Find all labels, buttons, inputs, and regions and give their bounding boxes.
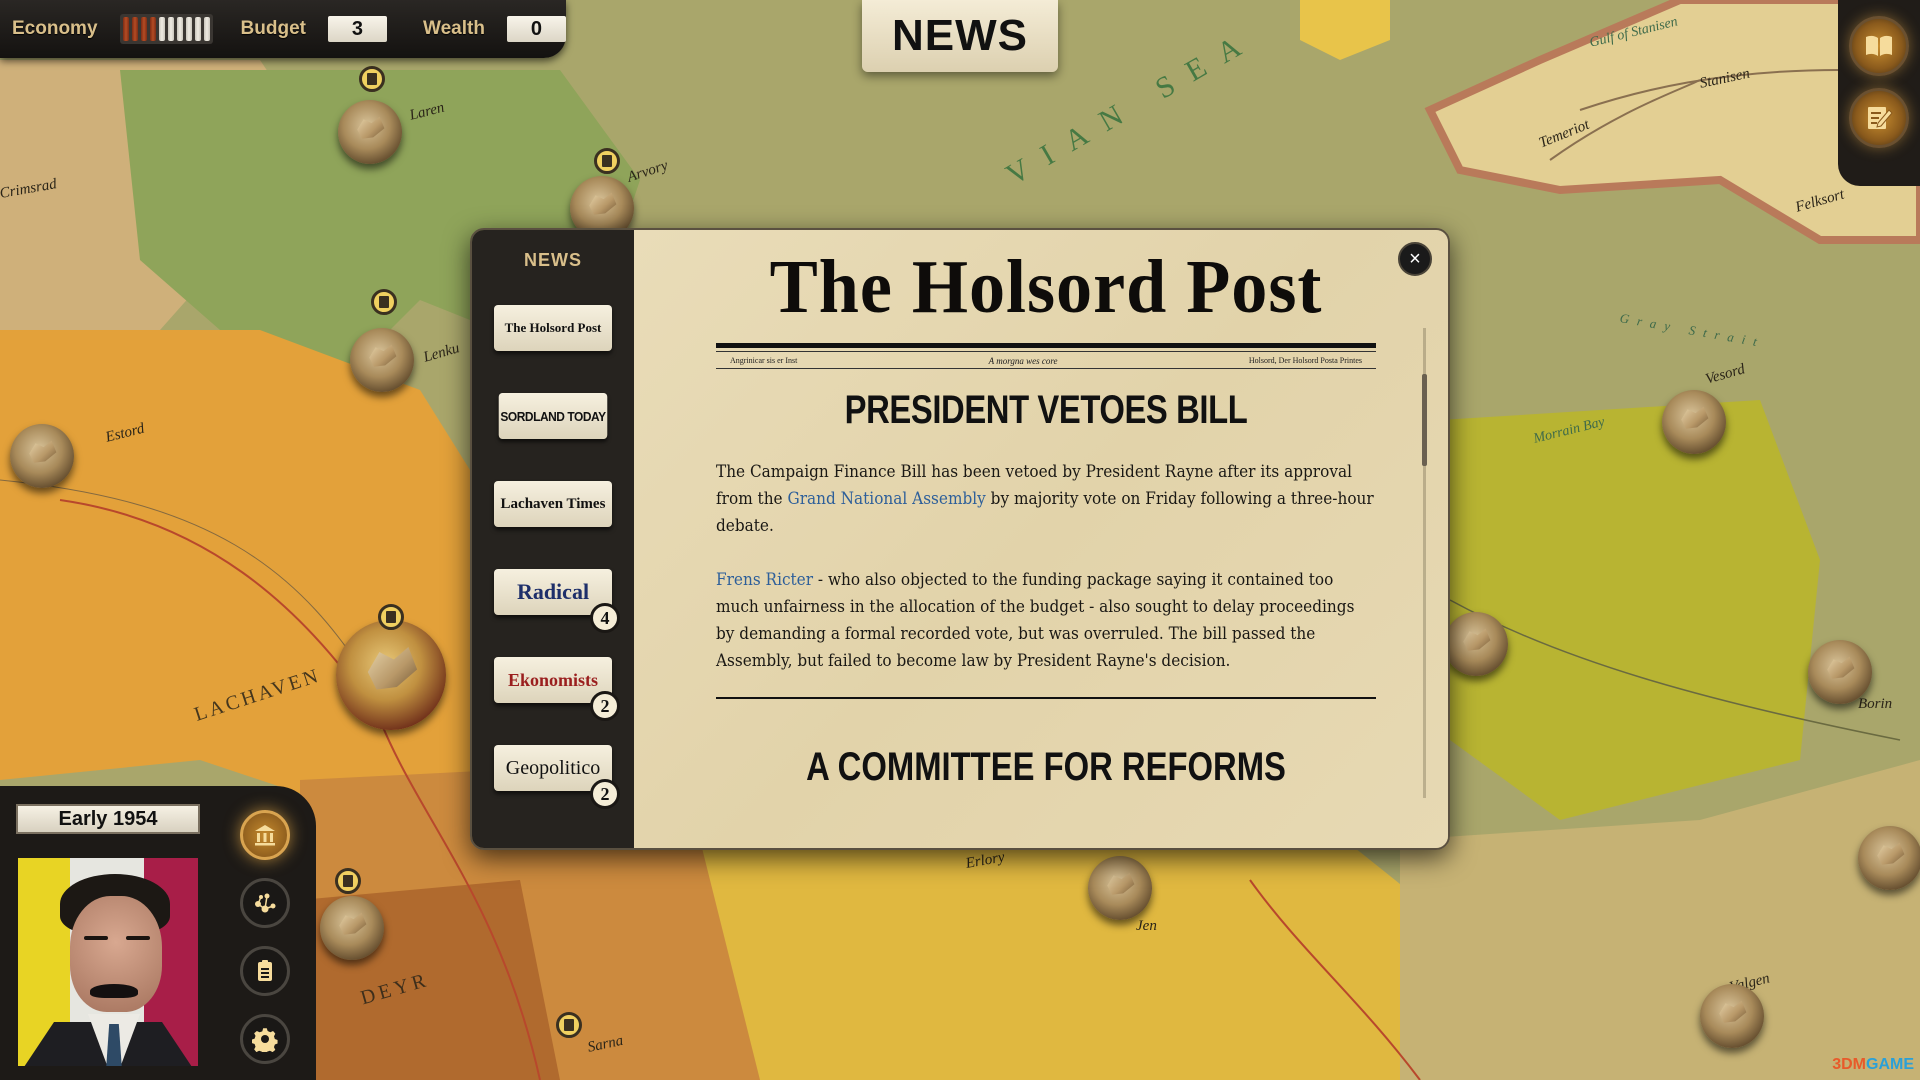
link-grand-national-assembly[interactable]: Grand National Assembly	[787, 489, 985, 509]
article-headline: A COMMITTEE FOR REFORMS	[806, 745, 1286, 789]
city-token-estord[interactable]	[10, 424, 74, 488]
clipboard-icon	[602, 155, 612, 167]
paper-button-holsord-post[interactable]: The Holsord Post	[494, 305, 612, 351]
economy-segment	[158, 17, 165, 41]
close-icon: ×	[1409, 247, 1421, 270]
settings-button[interactable]	[240, 1014, 290, 1064]
government-building-icon	[255, 825, 275, 846]
article-headline: PRESIDENT VETOES BILL	[844, 388, 1248, 432]
economy-segment	[203, 17, 210, 41]
game-date: Early 1954	[16, 804, 200, 834]
unread-count-badge: 2	[590, 779, 620, 809]
map-label-jen: Jen	[1136, 918, 1157, 934]
economy-segment	[194, 17, 201, 41]
map-label-borin: Borin	[1858, 696, 1893, 712]
economy-meter[interactable]	[119, 14, 213, 44]
city-token-deyr[interactable]	[320, 896, 384, 960]
city-token-laren[interactable]	[338, 100, 402, 164]
book-button[interactable]	[1849, 16, 1909, 76]
wealth-label: Wealth	[423, 18, 485, 39]
city-token-vesord[interactable]	[1662, 390, 1726, 454]
masthead-motto: A morgna wes core	[988, 355, 1058, 366]
newspaper-list: NEWS The Holsord Post SORDLAND TODAY Lac…	[472, 230, 634, 848]
tasks-button[interactable]	[240, 946, 290, 996]
article-paragraph: Frens Ricter - who also objected to the …	[716, 570, 1355, 671]
newspaper-masthead: The Holsord Post	[769, 245, 1323, 329]
unread-count-badge: 2	[590, 691, 620, 721]
masthead-strip: Angrinicar sis er Inst A morgna wes core…	[716, 353, 1376, 369]
clipboard-icon	[386, 611, 396, 623]
paper-button-geopolitico[interactable]: Geopolitico 2	[494, 745, 620, 809]
leader-portrait[interactable]	[18, 858, 198, 1066]
close-button[interactable]: ×	[1398, 242, 1432, 276]
economy-segment	[122, 17, 129, 41]
economy-segment	[140, 17, 147, 41]
economy-segment	[185, 17, 192, 41]
city-token-borin[interactable]	[1808, 640, 1872, 704]
clipboard-icon	[379, 296, 389, 308]
city-token-east[interactable]	[1444, 612, 1508, 676]
screen-title: NEWS	[862, 0, 1058, 72]
news-pin[interactable]	[594, 148, 620, 174]
economy-label: Economy	[12, 18, 98, 39]
article-divider	[716, 697, 1376, 699]
news-sidebar-title: NEWS	[524, 250, 582, 270]
clipboard-icon	[343, 875, 353, 887]
city-token-lenku[interactable]	[350, 328, 414, 392]
city-token-jen[interactable]	[1088, 856, 1152, 920]
network-button[interactable]	[240, 878, 290, 928]
right-toolbar	[1838, 0, 1920, 186]
news-pin[interactable]	[378, 604, 404, 630]
masthead-strip-left: Angrinicar sis er Inst	[730, 356, 798, 365]
portrait-brow	[126, 936, 150, 940]
unread-count-badge: 4	[590, 603, 620, 633]
city-token-se[interactable]	[1858, 826, 1920, 890]
link-frens-ricter[interactable]: Frens Ricter	[716, 570, 813, 590]
notes-button[interactable]	[1849, 88, 1909, 148]
economy-segment	[176, 17, 183, 41]
portrait-mustache	[90, 984, 138, 998]
wealth-value: 0	[506, 16, 566, 42]
news-pin[interactable]	[359, 66, 385, 92]
budget-label: Budget	[240, 18, 306, 39]
paper-button-radical[interactable]: Radical 4	[494, 569, 620, 633]
economy-segment	[167, 17, 174, 41]
budget-value: 3	[327, 16, 388, 42]
news-pin[interactable]	[371, 289, 397, 315]
city-token-valgen[interactable]	[1700, 984, 1764, 1048]
news-pin[interactable]	[556, 1012, 582, 1038]
masthead-rule-thin	[716, 351, 1376, 352]
article-scrollbar[interactable]	[1422, 328, 1427, 798]
masthead-rule	[716, 343, 1376, 348]
portrait-brow	[84, 936, 108, 940]
scrollbar-thumb[interactable]	[1422, 374, 1427, 466]
paper-button-lachaven-times[interactable]: Lachaven Times	[494, 481, 612, 527]
paper-button-sordland-today[interactable]: SORDLAND TODAY	[498, 393, 608, 439]
gear-icon	[252, 1028, 278, 1052]
leader-panel: Early 1954	[0, 786, 316, 1080]
newspaper-page: The Holsord Post Angrinicar sis er Inst …	[634, 230, 1448, 848]
clipboard-icon	[564, 1019, 574, 1031]
clipboard-icon	[258, 960, 272, 981]
clipboard-icon	[367, 73, 377, 85]
news-dialog: NEWS The Holsord Post SORDLAND TODAY Lac…	[470, 228, 1450, 850]
government-button[interactable]	[240, 810, 290, 860]
article-paragraph: The Campaign Finance Bill has been vetoe…	[716, 462, 1374, 536]
network-nodes-icon	[255, 893, 276, 913]
masthead-strip-right: Holsord, Der Holsord Posta Printes	[1248, 356, 1362, 365]
open-book-icon	[1866, 35, 1892, 56]
news-pin[interactable]	[335, 868, 361, 894]
edit-document-icon	[1868, 107, 1893, 129]
city-token-lachaven[interactable]	[336, 620, 446, 730]
watermark: 3DMGAME	[1832, 1056, 1914, 1073]
paper-button-ekonomists[interactable]: Ekonomists 2	[494, 657, 620, 721]
economy-segment	[149, 17, 156, 41]
resource-bar: Economy Budget 3 Wealth 0	[0, 0, 566, 58]
economy-segment	[131, 17, 138, 41]
article-area[interactable]: PRESIDENT VETOES BILL The Campaign Finan…	[716, 388, 1376, 790]
